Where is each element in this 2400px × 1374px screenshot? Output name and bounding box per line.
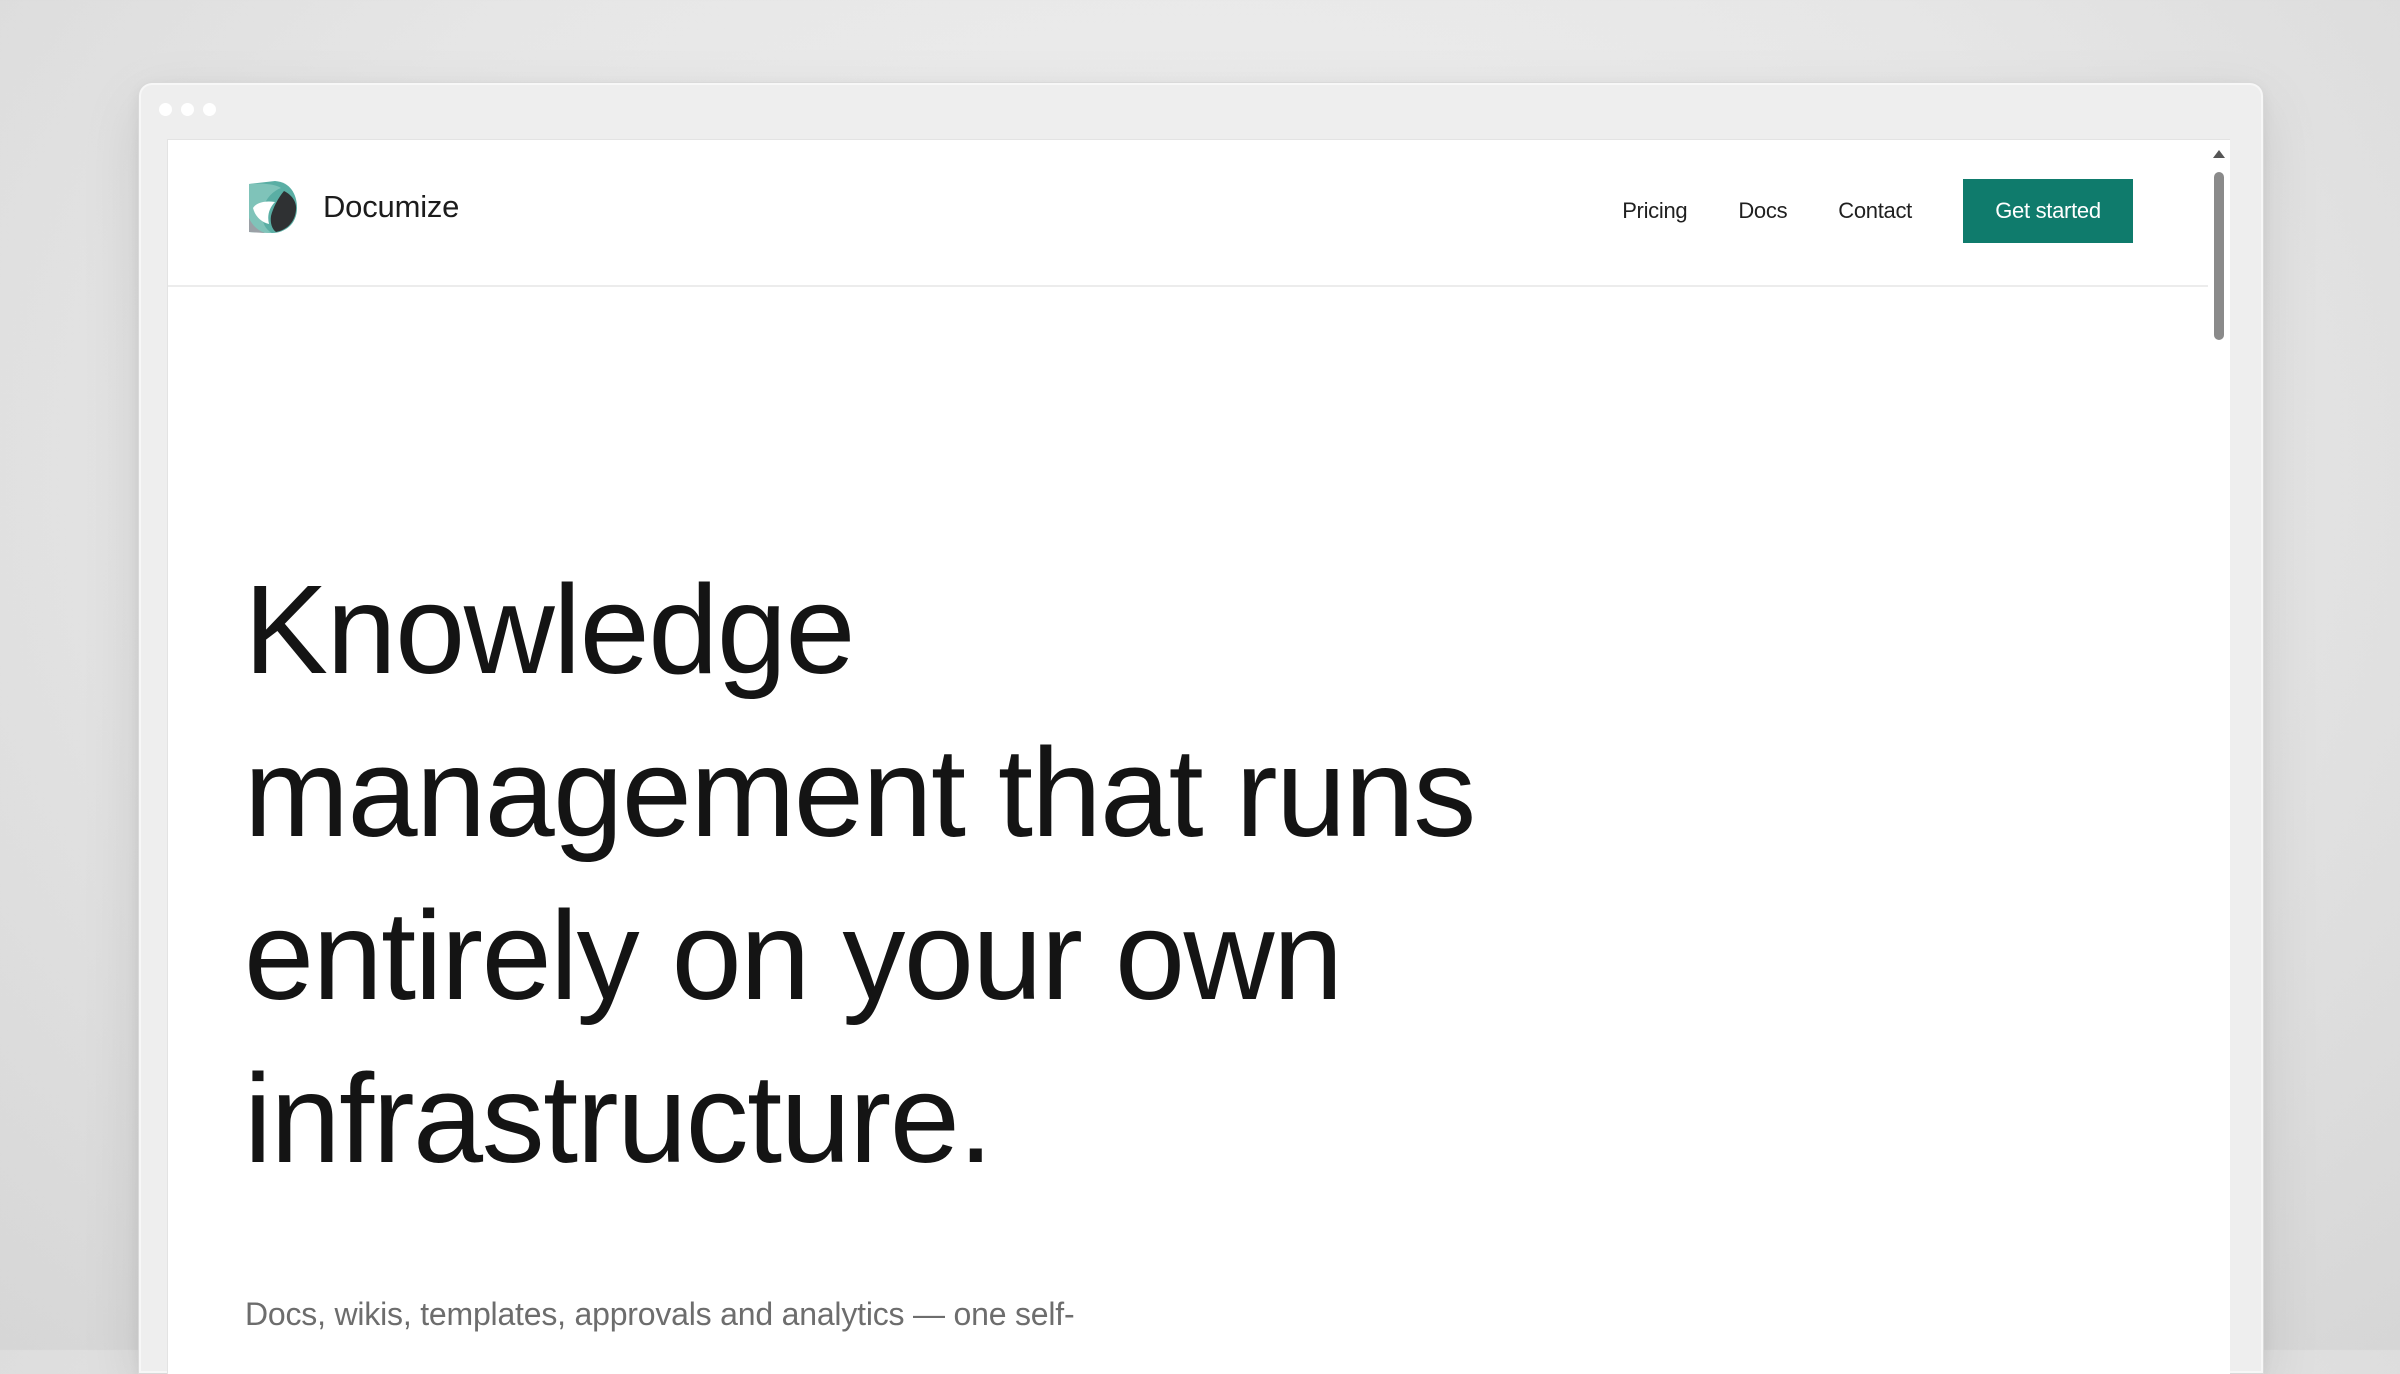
hero-title-line: Knowledge [244, 559, 855, 700]
site-header: Documize Pricing Docs Contact Get starte… [168, 140, 2208, 287]
hero-title: Knowledge management that runs entirely … [244, 548, 1644, 1200]
nav-link-docs[interactable]: Docs [1738, 198, 1787, 224]
hero-title-line: management that runs [244, 722, 1476, 863]
page-viewport: Documize Pricing Docs Contact Get starte… [167, 139, 2230, 1374]
browser-window: Documize Pricing Docs Contact Get starte… [138, 82, 2264, 1374]
vertical-scrollbar[interactable] [2208, 140, 2230, 1374]
main-nav: Pricing Docs Contact Get started [1622, 179, 2133, 243]
brand-name: Documize [323, 189, 460, 224]
get-started-button[interactable]: Get started [1963, 179, 2133, 243]
window-control-dot[interactable] [181, 103, 194, 116]
window-control-dot[interactable] [159, 103, 172, 116]
brand-home-link[interactable]: Documize [245, 178, 459, 236]
documize-logo-icon [249, 181, 297, 233]
nav-link-pricing[interactable]: Pricing [1622, 198, 1687, 224]
nav-link-contact[interactable]: Contact [1838, 198, 1912, 224]
hero-title-line: infrastructure. [244, 1048, 993, 1189]
scrollbar-thumb[interactable] [2214, 172, 2224, 340]
hero-title-line: entirely on your own [244, 885, 1343, 1026]
window-controls [159, 103, 216, 116]
window-control-dot[interactable] [203, 103, 216, 116]
scroll-up-arrow-icon[interactable] [2213, 150, 2225, 158]
hero-subtitle: Docs, wikis, templates, approvals and an… [245, 1296, 1075, 1332]
